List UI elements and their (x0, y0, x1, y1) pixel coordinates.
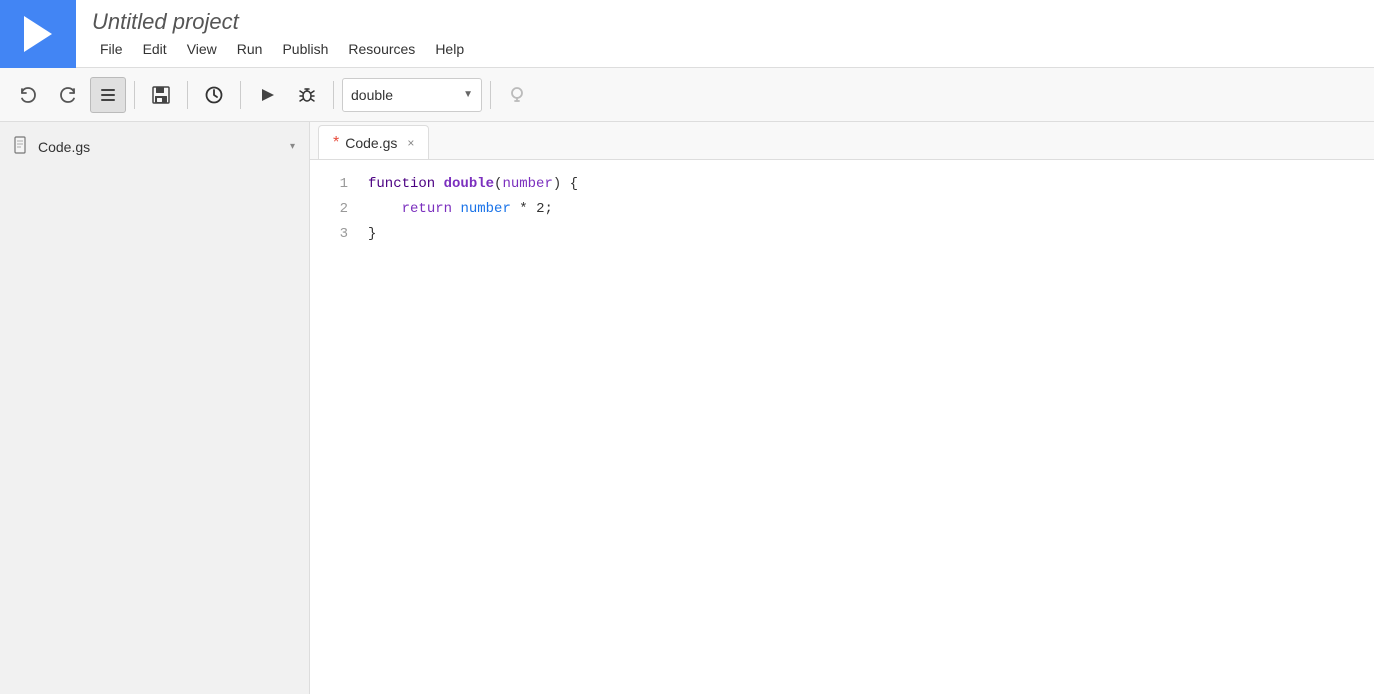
undo-button[interactable] (10, 77, 46, 113)
tabs: * Code.gs × (310, 122, 1374, 160)
code-area: * Code.gs × 1 2 3 function double ( numb… (310, 122, 1374, 694)
separator-1 (134, 81, 135, 109)
line-number: 1 (322, 172, 348, 197)
separator-5 (490, 81, 491, 109)
separator-4 (333, 81, 334, 109)
function-select[interactable]: double ▼ (342, 78, 482, 112)
menu-item-resources[interactable]: Resources (340, 39, 423, 59)
chevron-down-icon: ▼ (463, 89, 473, 100)
save-button[interactable] (143, 77, 179, 113)
separator-2 (187, 81, 188, 109)
menu-item-edit[interactable]: Edit (135, 39, 175, 59)
main-area: Code.gs ▾ * Code.gs × 1 2 3 function (0, 122, 1374, 694)
tab-code-gs[interactable]: * Code.gs × (318, 125, 429, 159)
sidebar: Code.gs ▾ (0, 122, 310, 694)
menu-bar: FileEditViewRunPublishResourcesHelp (92, 39, 472, 59)
keyword-function: function (368, 172, 435, 197)
menu-item-view[interactable]: View (179, 39, 225, 59)
line-numbers: 1 2 3 (310, 172, 360, 682)
editor[interactable]: 1 2 3 function double ( number ) { retur… (310, 160, 1374, 694)
function-select-label: double (351, 87, 455, 103)
tab-close-button[interactable]: × (407, 136, 414, 150)
debug-button[interactable] (289, 77, 325, 113)
logo-arrow-icon (24, 16, 52, 52)
tab-unsaved-indicator: * (333, 134, 339, 152)
keyword-return: return (402, 197, 452, 222)
file-icon (14, 136, 30, 157)
code-content[interactable]: function double ( number ) { return numb… (360, 172, 1374, 682)
menu-item-file[interactable]: File (92, 39, 131, 59)
format-list-button[interactable] (90, 77, 126, 113)
hint-button[interactable] (499, 77, 535, 113)
file-name-label: Code.gs (38, 139, 282, 155)
file-dropdown-icon: ▾ (290, 141, 295, 152)
code-line-1: function double ( number ) { (368, 172, 1366, 197)
file-item-code-gs[interactable]: Code.gs ▾ (0, 130, 309, 163)
param-number: number (502, 172, 552, 197)
line-number: 3 (322, 222, 348, 247)
run-button[interactable] (249, 77, 285, 113)
code-line-3: } (368, 222, 1366, 247)
function-name: double (444, 172, 494, 197)
title-menu-area: Untitled project FileEditViewRunPublishR… (76, 9, 472, 59)
header: Untitled project FileEditViewRunPublishR… (0, 0, 1374, 68)
history-button[interactable] (196, 77, 232, 113)
logo[interactable] (0, 0, 76, 68)
code-line-2: return number * 2; (368, 197, 1366, 222)
toolbar: double ▼ (0, 68, 1374, 122)
line-number: 2 (322, 197, 348, 222)
variable-number: number (460, 197, 510, 222)
redo-button[interactable] (50, 77, 86, 113)
project-title: Untitled project (92, 9, 472, 35)
menu-item-help[interactable]: Help (427, 39, 472, 59)
menu-item-publish[interactable]: Publish (274, 39, 336, 59)
menu-item-run[interactable]: Run (229, 39, 271, 59)
tab-label: Code.gs (345, 135, 397, 151)
separator-3 (240, 81, 241, 109)
